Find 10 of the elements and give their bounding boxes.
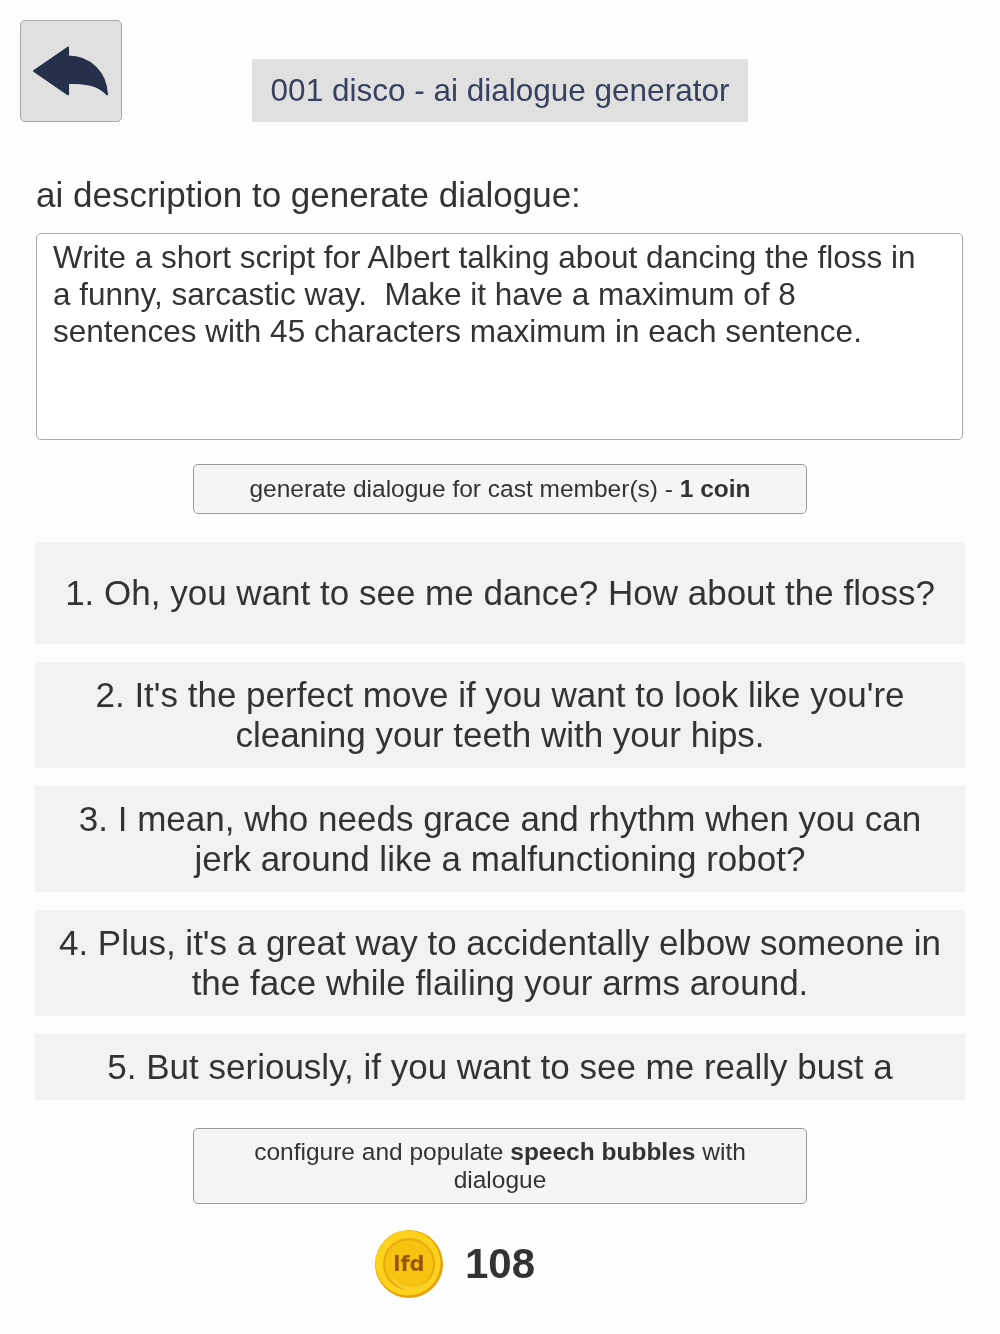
description-field[interactable]: Write a short script for Albert talking about dancing the floss in a funny, sarcastic way. Make it have a maximum of 8 sentences with 45 characters maximum in each sentence. (36, 233, 963, 440)
coin-icon (374, 1230, 443, 1298)
coin-count: 108 (464, 1240, 536, 1288)
page-title: 001 disco - ai dialogue generator (251, 59, 749, 122)
description-label: ai description to generate dialogue: (36, 175, 581, 215)
coin-logo-text: lfd (393, 1251, 425, 1276)
configure-speech-bubbles-button[interactable]: configure and populate speech bubbles with dialogue (193, 1128, 807, 1204)
back-button[interactable] (20, 20, 122, 122)
generate-dialogue-button[interactable]: generate dialogue for cast member(s) - 1 coin (193, 464, 807, 514)
back-arrow-icon (33, 46, 109, 96)
